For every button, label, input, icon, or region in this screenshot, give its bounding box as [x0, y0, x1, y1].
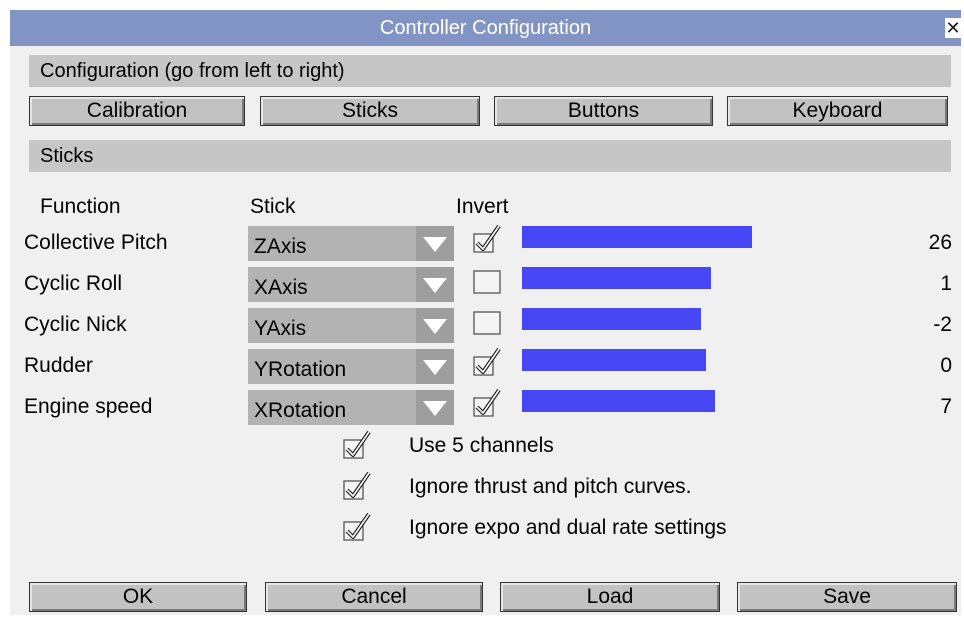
axis-value: 7 — [940, 395, 952, 418]
option-checkbox[interactable] — [342, 471, 372, 501]
option-row: Ignore thrust and pitch curves. — [10, 471, 961, 503]
axis-value: 0 — [940, 354, 952, 377]
dropdown-arrow-icon[interactable] — [416, 267, 454, 302]
invert-checkbox[interactable] — [472, 388, 502, 418]
stick-row: Collective Pitch ZAxis 26 — [10, 223, 961, 263]
axis-level-bar — [522, 226, 752, 248]
stick-select[interactable]: XRotation — [248, 390, 454, 425]
function-label: Cyclic Nick — [24, 313, 127, 336]
invert-checkbox[interactable] — [472, 224, 502, 254]
option-checkbox[interactable] — [342, 430, 372, 460]
invert-checkbox[interactable] — [472, 306, 502, 336]
stick-select[interactable]: YAxis — [248, 308, 454, 343]
axis-value: 1 — [940, 272, 952, 295]
function-column-header: Function — [40, 195, 121, 218]
axis-level-bar — [522, 267, 711, 289]
tab-sticks[interactable]: Sticks — [260, 96, 480, 126]
axis-value: -2 — [933, 313, 952, 336]
stick-row: Cyclic Roll XAxis 1 — [10, 264, 961, 304]
stick-select[interactable]: YRotation — [248, 349, 454, 384]
tab-calibration[interactable]: Calibration — [29, 96, 245, 126]
stick-select-value: XAxis — [254, 276, 308, 299]
stick-row: Rudder YRotation 0 — [10, 346, 961, 386]
title-bar[interactable]: Controller Configuration ✕ — [10, 10, 961, 46]
stick-select-value: YRotation — [254, 358, 347, 381]
stick-row: Cyclic Nick YAxis -2 — [10, 305, 961, 345]
stick-select-value: ZAxis — [254, 235, 307, 258]
configuration-section-label: Configuration (go from left to right) — [40, 60, 345, 82]
stick-column-header: Stick — [250, 195, 296, 218]
invert-column-header: Invert — [456, 195, 509, 218]
function-label: Rudder — [24, 354, 93, 377]
configuration-section-header: Configuration (go from left to right) — [29, 55, 951, 87]
axis-level-bar — [522, 349, 706, 371]
stick-select-value: XRotation — [254, 399, 347, 422]
option-label[interactable]: Ignore thrust and pitch curves. — [409, 475, 692, 499]
option-checkbox[interactable] — [342, 512, 372, 542]
axis-value: 26 — [928, 231, 952, 254]
window-title: Controller Configuration — [379, 17, 592, 39]
controller-config-window: Controller Configuration ✕ Configuration… — [10, 10, 961, 615]
axis-level-bar — [522, 390, 715, 412]
ok-button[interactable]: OK — [29, 582, 247, 612]
dropdown-arrow-icon[interactable] — [416, 226, 454, 261]
stick-select[interactable]: ZAxis — [248, 226, 454, 261]
invert-checkbox[interactable] — [472, 347, 502, 377]
stick-row: Engine speed XRotation 7 — [10, 387, 961, 427]
invert-checkbox[interactable] — [472, 265, 502, 295]
cancel-button[interactable]: Cancel — [265, 582, 483, 612]
tab-keyboard[interactable]: Keyboard — [727, 96, 948, 126]
function-label: Engine speed — [24, 395, 153, 418]
option-label[interactable]: Use 5 channels — [409, 434, 554, 458]
option-row: Use 5 channels — [10, 430, 961, 462]
dropdown-arrow-icon[interactable] — [416, 308, 454, 343]
function-label: Collective Pitch — [24, 231, 168, 254]
dropdown-arrow-icon[interactable] — [416, 390, 454, 425]
axis-level-bar — [522, 308, 701, 330]
dropdown-arrow-icon[interactable] — [416, 349, 454, 384]
stick-select-value: YAxis — [254, 317, 307, 340]
tab-buttons[interactable]: Buttons — [494, 96, 713, 126]
function-label: Cyclic Roll — [24, 272, 123, 295]
save-button[interactable]: Save — [737, 582, 957, 612]
option-row: Ignore expo and dual rate settings — [10, 512, 961, 544]
stick-select[interactable]: XAxis — [248, 267, 454, 302]
sticks-section-label: Sticks — [40, 145, 94, 167]
option-label[interactable]: Ignore expo and dual rate settings — [409, 516, 727, 540]
sticks-section-header: Sticks — [29, 140, 951, 172]
load-button[interactable]: Load — [500, 582, 720, 612]
close-icon[interactable]: ✕ — [945, 18, 961, 38]
